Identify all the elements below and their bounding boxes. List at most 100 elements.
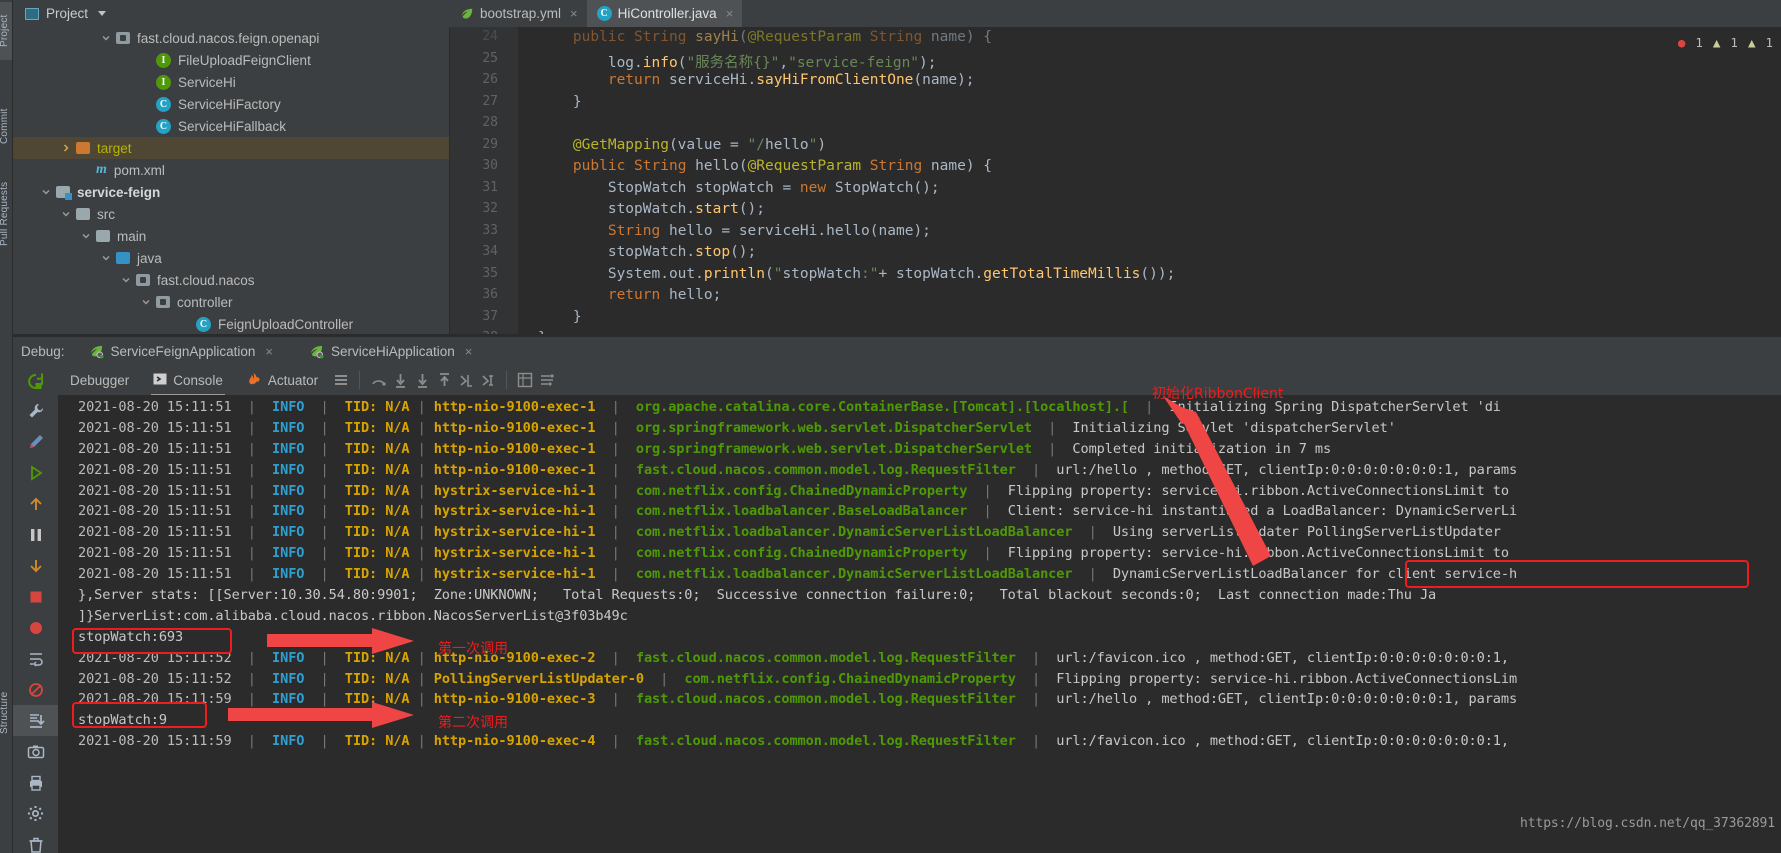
line-number: 37 [482,308,498,324]
step-over-icon[interactable] [367,369,389,391]
project-tree[interactable]: fast.cloud.nacos.feign.openapi I FileUploa… [13,27,450,334]
tree-item-servicehifactory[interactable]: C ServiceHiFactory [13,93,449,115]
tree-item-java[interactable]: java [13,247,449,269]
settings-icon[interactable] [536,369,558,391]
spring-leaf-icon [89,344,104,359]
annotation-label-first-call: 第一次调用 [438,641,508,657]
debug-session-servicefeignapplication[interactable]: ServiceFeignApplication × [79,337,283,365]
pause-icon[interactable] [13,519,58,550]
tree-item-target[interactable]: target [13,137,449,159]
tree-item-fast-cloud-nacos[interactable]: fast.cloud.nacos [13,269,449,291]
no-arrow [141,77,151,87]
close-icon[interactable]: × [726,6,734,21]
resume-icon[interactable] [13,457,58,488]
print-icon[interactable] [13,767,58,798]
tree-item-label: ServiceHiFactory [178,96,281,112]
sidebar-item-project[interactable]: Project [0,2,12,60]
actuator-icon [247,371,262,389]
force-step-into-icon[interactable] [411,369,433,391]
editor-tab-label: bootstrap.yml [480,6,562,21]
code-line: 32 stopWatch.start(); [450,201,1781,223]
sidebar-item-label: Commit [0,108,10,144]
console-output[interactable]: 2021-08-20 15:11:51 | INFO | TID: N/A | … [58,395,1781,853]
left-tool-strip: Project Commit Pull Requests Structure [0,0,13,853]
sidebar-item-structure[interactable]: Structure [0,678,12,748]
trash-icon[interactable] [13,829,58,853]
chevron-down-icon[interactable] [121,275,131,285]
evaluate-icon[interactable] [514,369,536,391]
tab-debugger[interactable]: Debugger [58,365,141,395]
gear-icon[interactable] [13,798,58,829]
tree-item-fast-cloud-nacos-feign-openapi[interactable]: fast.cloud.nacos.feign.openapi [13,27,449,49]
step-into-icon[interactable] [389,369,411,391]
close-icon[interactable]: × [265,344,273,359]
project-view-button[interactable]: Project [13,0,114,27]
error-count: 1 [1695,35,1703,50]
tree-item-fileuploadfeignclient[interactable]: I FileUploadFeignClient [13,49,449,71]
line-number: 27 [482,93,498,109]
sidebar-item-pull-requests[interactable]: Pull Requests [0,168,12,260]
interface-icon: I [156,74,171,90]
editor-tab-bootstrap-yml[interactable]: bootstrap.yml × [450,0,587,27]
tree-item-service-feign[interactable]: service-feign [13,181,449,203]
chevron-down-icon[interactable] [41,187,51,197]
inspection-widget[interactable]: ● 1 ▲ 1 ▲ 1 [1678,35,1773,50]
wrench-icon[interactable] [13,395,58,426]
sidebar-item-label: Project [0,14,10,48]
camera-icon[interactable] [13,736,58,767]
editor-tab-hicontroller-java[interactable]: C HiController.java × [586,0,743,27]
no-arrow [141,55,151,65]
tree-item-controller[interactable]: controller [13,291,449,313]
tree-item-label: pom.xml [113,162,165,178]
scroll-to-end-icon[interactable] [13,705,58,736]
close-icon[interactable]: × [570,6,578,21]
run-to-cursor-icon[interactable] [477,369,499,391]
tree-item-label: ServiceHiFallback [178,118,287,134]
stop-icon[interactable] [13,581,58,612]
drop-frame-icon[interactable] [455,369,477,391]
tree-item-pom-xml[interactable]: m pom.xml [13,159,449,181]
console-line-plain: ]}ServerList:com.alibaba.cloud.nacos.rib… [78,607,628,624]
tree-item-servicehifallback[interactable]: C ServiceHiFallback [13,115,449,137]
close-icon[interactable]: × [465,344,473,359]
arrow-up-icon[interactable] [13,488,58,519]
chevron-down-icon[interactable] [98,11,107,16]
tree-item-label: FileUploadFeignClient [178,52,311,68]
mute-breakpoints-icon[interactable] [13,674,58,705]
code-line: 25 log.info("服务名称{}","service-feign"); [450,51,1781,73]
rerun-icon[interactable] [13,366,58,397]
step-out-icon[interactable] [433,369,455,391]
tree-item-servicehi[interactable]: I ServiceHi [13,71,449,93]
chevron-right-icon[interactable] [61,143,71,153]
no-arrow [181,319,191,329]
tab-actuator[interactable]: Actuator [235,365,330,395]
console-line-log: 2021-08-20 15:11:59 | INFO | TID: N/A | … [78,733,1509,750]
module-icon [56,186,72,200]
project-icon [25,7,39,20]
code-editor[interactable]: 24 public String sayHi(@RequestParam Str… [450,27,1781,334]
debug-session-servicehiapplication[interactable]: ServiceHiApplication × [299,337,482,365]
tree-item-main[interactable]: main [13,225,449,247]
chevron-down-icon[interactable] [81,231,91,241]
layout-icon[interactable] [330,369,352,391]
extra-count: 1 [1765,35,1773,50]
code-text: } [538,308,582,325]
code-text: StopWatch stopWatch = new StopWatch(); [538,179,940,196]
console-line-plain: stopWatch:9 [78,712,167,729]
tree-item-src[interactable]: src [13,203,449,225]
tree-item-feignuploadcontroller[interactable]: C FeignUploadController [13,313,449,334]
chevron-down-icon[interactable] [141,297,151,307]
class-icon: C [156,96,171,112]
breakpoint-icon[interactable] [13,612,58,643]
no-arrow [141,99,151,109]
arrow-down-icon[interactable] [13,550,58,581]
chevron-down-icon[interactable] [61,209,71,219]
pencil-icon[interactable] [13,426,58,457]
session-label: ServiceHiApplication [330,343,455,359]
sidebar-item-commit[interactable]: Commit [0,96,12,156]
chevron-down-icon[interactable] [101,253,111,263]
chevron-down-icon[interactable] [101,33,111,43]
line-number: 34 [482,244,498,259]
tab-console[interactable]: Console [141,365,235,396]
soft-wrap-icon[interactable] [13,643,58,674]
